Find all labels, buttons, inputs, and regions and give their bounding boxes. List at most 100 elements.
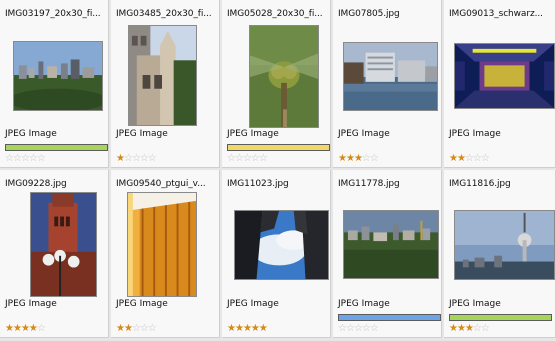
file-type: JPEG Image: [116, 299, 168, 309]
thumbnail-image[interactable]: [343, 210, 439, 279]
star-empty-icon[interactable]: ☆: [346, 323, 355, 334]
rating-stars[interactable]: ☆☆☆☆☆: [5, 153, 46, 165]
file-type: JPEG Image: [227, 129, 279, 139]
star-empty-icon[interactable]: ☆: [140, 153, 149, 164]
star-filled-icon[interactable]: ★: [235, 323, 244, 334]
star-filled-icon[interactable]: ★: [5, 323, 14, 334]
star-empty-icon[interactable]: ☆: [243, 153, 252, 164]
star-empty-icon[interactable]: ☆: [362, 153, 371, 164]
star-empty-icon[interactable]: ☆: [21, 153, 30, 164]
thumbnail-cell[interactable]: IMG03197_20x30_fi... JPEG Image ☆☆☆☆☆: [0, 0, 109, 168]
color-label[interactable]: [338, 314, 441, 321]
star-empty-icon[interactable]: ☆: [5, 153, 14, 164]
thumbnail-cell[interactable]: IMG07805.jpg JPEG Image ★★★☆☆: [333, 0, 442, 168]
star-filled-icon[interactable]: ★: [457, 323, 466, 334]
star-empty-icon[interactable]: ☆: [148, 153, 157, 164]
star-filled-icon[interactable]: ★: [13, 323, 22, 334]
thumbnail-image[interactable]: [454, 43, 555, 109]
thumbnail-cell[interactable]: IMG05028_20x30_fi... JPEG Image ☆☆☆☆☆: [222, 0, 331, 168]
star-filled-icon[interactable]: ★: [354, 153, 363, 164]
thumbnail-image[interactable]: [343, 42, 438, 111]
star-empty-icon[interactable]: ☆: [37, 153, 46, 164]
star-filled-icon[interactable]: ★: [449, 323, 458, 334]
star-filled-icon[interactable]: ★: [346, 153, 355, 164]
star-empty-icon[interactable]: ☆: [370, 153, 379, 164]
star-empty-icon[interactable]: ☆: [37, 323, 46, 334]
file-name: IMG11778.jpg: [338, 179, 400, 189]
star-filled-icon[interactable]: ★: [259, 323, 268, 334]
star-empty-icon[interactable]: ☆: [227, 153, 236, 164]
rating-stars[interactable]: ★★★★☆: [5, 323, 46, 335]
thumbnail-image[interactable]: [127, 192, 197, 297]
star-empty-icon[interactable]: ☆: [132, 323, 141, 334]
star-empty-icon[interactable]: ☆: [13, 153, 22, 164]
star-empty-icon[interactable]: ☆: [124, 153, 133, 164]
star-empty-icon[interactable]: ☆: [235, 153, 244, 164]
star-filled-icon[interactable]: ★: [116, 323, 125, 334]
thumbnail-cell[interactable]: IMG09540_ptgui_v... JPEG Image ★★☆☆☆: [111, 170, 220, 338]
star-filled-icon[interactable]: ★: [465, 323, 474, 334]
star-filled-icon[interactable]: ★: [29, 323, 38, 334]
thumbnail-cell[interactable]: IMG09228.jpg JPEG Image ★★★★☆: [0, 170, 109, 338]
star-filled-icon[interactable]: ★: [338, 153, 347, 164]
color-label[interactable]: [5, 144, 108, 151]
file-type: JPEG Image: [227, 299, 279, 309]
rating-stars[interactable]: ★★☆☆☆: [116, 323, 157, 335]
file-name: IMG05028_20x30_fi...: [227, 9, 323, 19]
rating-stars[interactable]: ★★☆☆☆: [449, 153, 490, 165]
file-type: JPEG Image: [449, 129, 501, 139]
file-name: IMG03197_20x30_fi...: [5, 9, 101, 19]
star-empty-icon[interactable]: ☆: [251, 153, 260, 164]
file-name: IMG11023.jpg: [227, 179, 289, 189]
file-type: JPEG Image: [116, 129, 168, 139]
star-filled-icon[interactable]: ★: [243, 323, 252, 334]
thumbnail-cell[interactable]: IMG03485_20x30_fi... JPEG Image ★☆☆☆☆: [111, 0, 220, 168]
star-empty-icon[interactable]: ☆: [259, 153, 268, 164]
star-filled-icon[interactable]: ★: [449, 153, 458, 164]
thumbnail-cell[interactable]: IMG11778.jpg JPEG Image ☆☆☆☆☆: [333, 170, 442, 338]
star-empty-icon[interactable]: ☆: [140, 323, 149, 334]
rating-stars[interactable]: ★☆☆☆☆: [116, 153, 157, 165]
rating-stars[interactable]: ☆☆☆☆☆: [227, 153, 268, 165]
star-empty-icon[interactable]: ☆: [338, 323, 347, 334]
star-empty-icon[interactable]: ☆: [354, 323, 363, 334]
thumbnail-image[interactable]: [249, 25, 319, 128]
star-filled-icon[interactable]: ★: [227, 323, 236, 334]
star-filled-icon[interactable]: ★: [116, 153, 125, 164]
star-empty-icon[interactable]: ☆: [481, 323, 490, 334]
file-name: IMG09013_schwarz...: [449, 9, 543, 19]
thumbnail-image[interactable]: [13, 41, 103, 111]
thumbnail-cell[interactable]: IMG09013_schwarz... JPEG Image ★★☆☆☆: [444, 0, 556, 168]
star-empty-icon[interactable]: ☆: [132, 153, 141, 164]
thumbnail-image[interactable]: [234, 210, 329, 280]
color-label[interactable]: [227, 144, 330, 151]
file-name: IMG09228.jpg: [5, 179, 67, 189]
thumbnail-cell[interactable]: IMG11816.jpg JPEG Image ★★★☆☆: [444, 170, 556, 338]
thumbnail-cell[interactable]: IMG11023.jpg JPEG Image ★★★★★: [222, 170, 331, 338]
star-empty-icon[interactable]: ☆: [29, 153, 38, 164]
rating-stars[interactable]: ☆☆☆☆☆: [338, 323, 379, 335]
star-empty-icon[interactable]: ☆: [473, 323, 482, 334]
rating-stars[interactable]: ★★★★★: [227, 323, 268, 335]
file-type: JPEG Image: [5, 299, 57, 309]
star-empty-icon[interactable]: ☆: [148, 323, 157, 334]
rating-stars[interactable]: ★★★☆☆: [338, 153, 379, 165]
color-label[interactable]: [449, 314, 552, 321]
thumbnail-image[interactable]: [128, 25, 197, 126]
file-type: JPEG Image: [449, 299, 501, 309]
file-type: JPEG Image: [5, 129, 57, 139]
star-empty-icon[interactable]: ☆: [473, 153, 482, 164]
rating-stars[interactable]: ★★★☆☆: [449, 323, 490, 335]
star-empty-icon[interactable]: ☆: [370, 323, 379, 334]
file-name: IMG11816.jpg: [449, 179, 511, 189]
star-filled-icon[interactable]: ★: [124, 323, 133, 334]
star-filled-icon[interactable]: ★: [457, 153, 466, 164]
file-type: JPEG Image: [338, 129, 390, 139]
star-empty-icon[interactable]: ☆: [362, 323, 371, 334]
star-filled-icon[interactable]: ★: [21, 323, 30, 334]
star-empty-icon[interactable]: ☆: [465, 153, 474, 164]
star-empty-icon[interactable]: ☆: [481, 153, 490, 164]
thumbnail-image[interactable]: [454, 210, 555, 280]
thumbnail-image[interactable]: [30, 192, 97, 297]
star-filled-icon[interactable]: ★: [251, 323, 260, 334]
